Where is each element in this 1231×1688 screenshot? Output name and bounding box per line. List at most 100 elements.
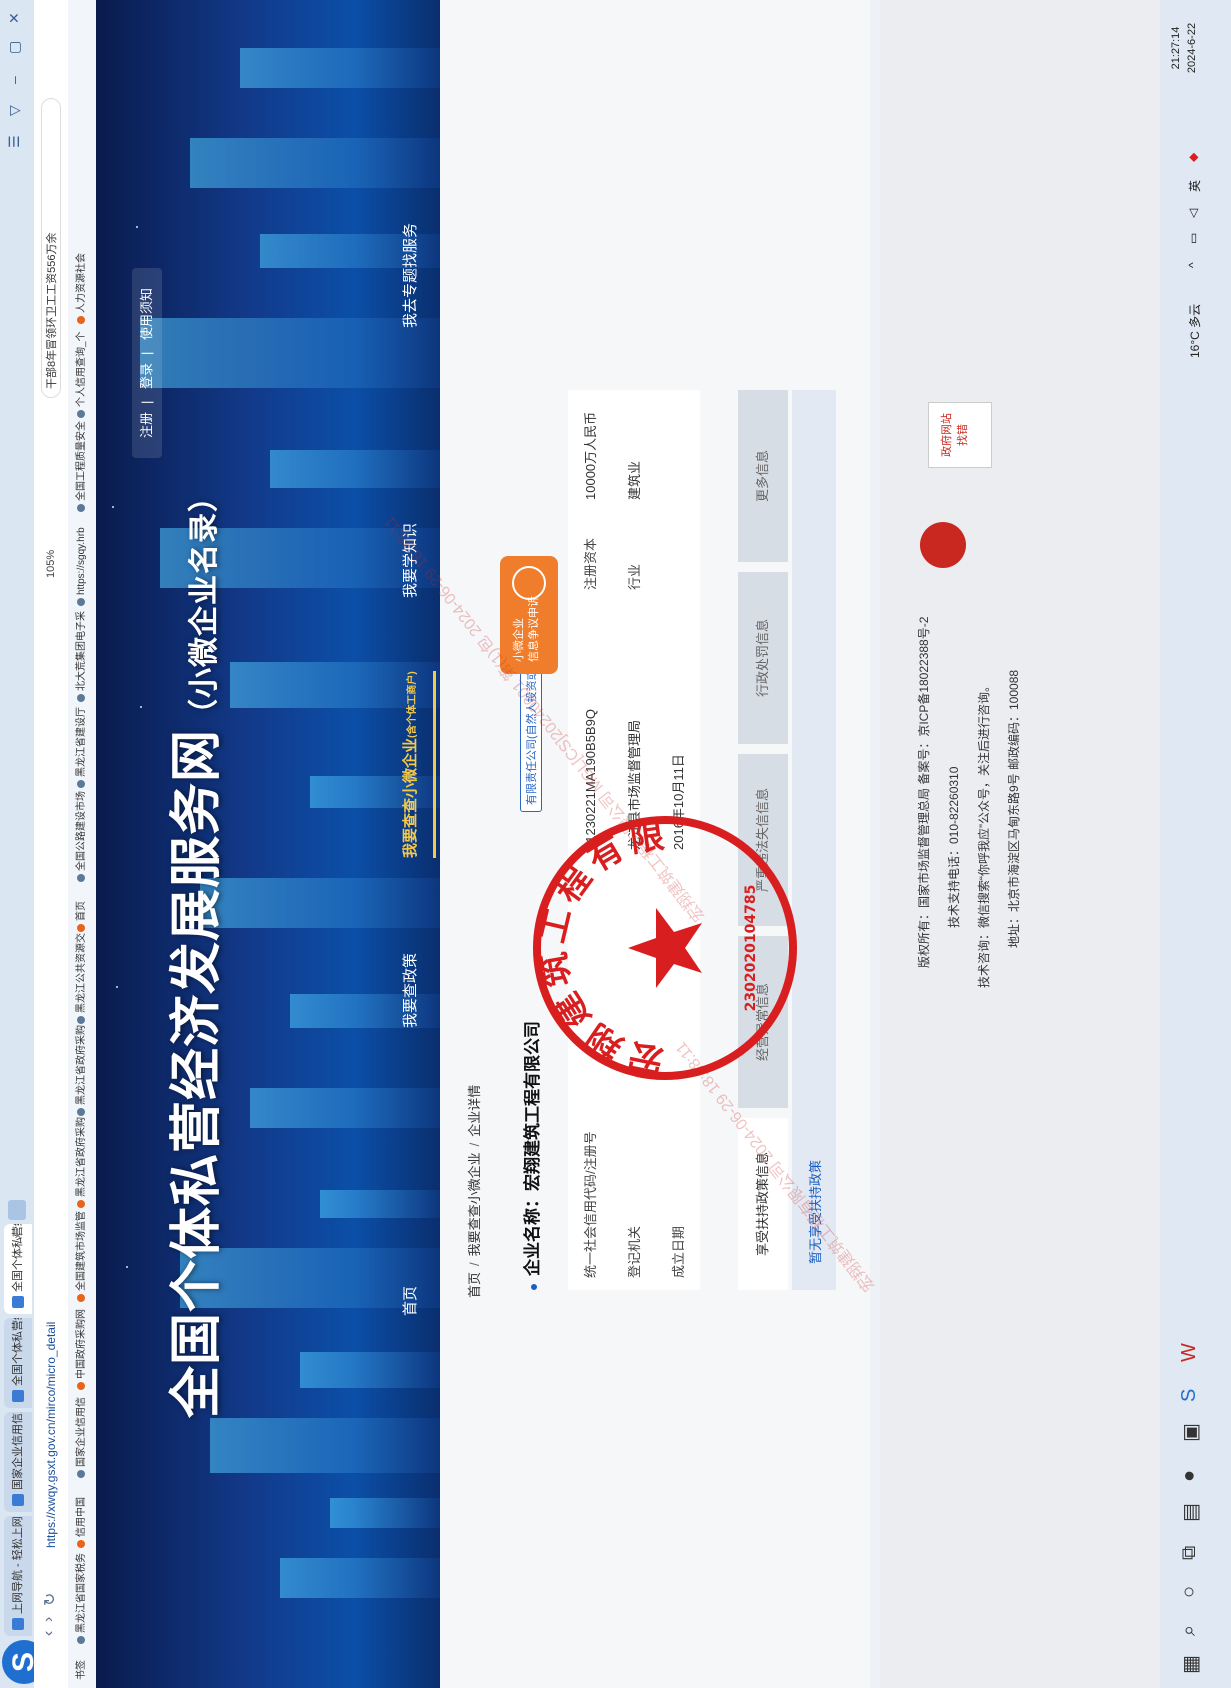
file-explorer-icon[interactable]: ▣ <box>1178 1423 1203 1442</box>
usage-notice-link[interactable]: 使用须知 <box>139 288 154 340</box>
auth-links: 注册| 登录| 使用须知 <box>132 267 162 458</box>
back-icon[interactable]: ‹ <box>40 1631 58 1636</box>
clock[interactable]: 21:27:14 2024-6-22 <box>1168 8 1200 88</box>
date: 2024-6-22 <box>1186 22 1198 74</box>
banner-star <box>126 1266 128 1268</box>
minimize-icon[interactable]: – <box>6 76 22 84</box>
site-subtitle: （小微企业名录） <box>188 480 221 729</box>
bookmark-item[interactable]: 中国政府采购网 <box>75 1309 89 1390</box>
nav-services[interactable]: 我去专题找服务 <box>386 223 436 328</box>
tab-favicon-icon <box>12 1494 24 1506</box>
bookmark-item[interactable]: 黑龙江省政府采购 <box>75 1025 89 1116</box>
bookmark-item[interactable]: 人力资源社会 <box>75 253 89 324</box>
browser-taskbar-icon[interactable]: S <box>1178 1389 1201 1402</box>
footer-copyright: 版权所有：国家市场监督管理总局 备案号：京ICP备18022388号-2 <box>917 616 931 968</box>
site-nav: 首页 我要查政策 我要查查小微企业(含个体工商户) 我要学知识 我去专题找服务 <box>386 0 436 1688</box>
refresh-icon[interactable]: ↻ <box>40 1593 60 1606</box>
bookmarks-bar: 书签 黑龙江省国家税务 信用中国 国家企业信用信 中国政府采购网 全国建筑市场监… <box>68 0 97 1688</box>
reg-authority-label: 登记机关 <box>627 1225 642 1278</box>
menu-icon[interactable]: ☰ <box>6 135 23 148</box>
site-banner: 全国个体私营经济发展服务网（小微企业名录） 注册| 登录| 使用须知 首页 我要… <box>96 0 440 1688</box>
founded-label: 成立日期 <box>671 1225 686 1278</box>
search-icon[interactable]: ⌕ <box>1178 1625 1201 1636</box>
input-method[interactable]: 英 <box>1186 180 1203 192</box>
weather-widget[interactable]: 16°C 多云 <box>1186 304 1203 358</box>
bullet-icon <box>530 1284 537 1290</box>
tab-more[interactable]: 更多信息 <box>738 390 788 562</box>
volume-icon[interactable]: ◁ <box>1186 209 1200 218</box>
site-title: 全国个体私营经济发展服务网（小微企业名录） <box>168 480 226 1418</box>
main-content: 首页/我要查查小微企业/企业详情 企业名称：宏翔建筑工程有限公司 有限责任公司(… <box>381 0 1160 1688</box>
bookmark-item[interactable]: 国家企业信用信 <box>75 1397 89 1478</box>
nav-micro-enterprise[interactable]: 我要查查小微企业(含个体工商户) <box>386 671 436 858</box>
complaint-face-icon <box>512 566 546 600</box>
app-icon[interactable]: ● <box>1178 1470 1201 1482</box>
tab-serious-violation[interactable]: 严重违法失信信息 <box>738 754 788 926</box>
login-link[interactable]: 登录 <box>139 363 154 389</box>
cortana-icon[interactable]: ○ <box>1178 1586 1201 1598</box>
gov-website-logo[interactable]: 政府网站 找错 <box>928 402 992 468</box>
browser-tab[interactable]: 上网导航 - 轻松上网 从这里开始 <box>4 1516 32 1636</box>
address-bar: ‹ › ↻ https://xwqy.gsxt.gov.cn/mirco/mic… <box>34 0 68 1688</box>
windows-start-icon[interactable]: ▦ <box>1178 1655 1203 1674</box>
bookmark-item[interactable]: 北大荒集团电子采 <box>75 611 89 702</box>
new-tab-icon[interactable] <box>8 1200 26 1220</box>
tab-abnormal[interactable]: 经营异常信息 <box>738 936 788 1108</box>
nav-policy[interactable]: 我要查政策 <box>386 953 436 1028</box>
breadcrumb-current: 企业详情 <box>467 1084 482 1137</box>
search-input[interactable]: 干部8年冒领环卫工工资556万余 <box>41 98 61 398</box>
credit-code-label: 统一社会信用代码/注册号 <box>583 1131 598 1278</box>
network-icon[interactable]: ▭ <box>1186 233 1200 244</box>
url-field[interactable]: https://xwqy.gsxt.gov.cn/mirco/micro_det… <box>41 1028 61 1548</box>
close-window-icon[interactable]: ✕ <box>6 12 23 24</box>
wps-icon[interactable]: W <box>1178 1343 1201 1362</box>
bookmark-item[interactable]: https://sgqy.hrb <box>75 527 89 606</box>
company-name: 企业名称：宏翔建筑工程有限公司 <box>518 1021 543 1290</box>
calculator-icon[interactable]: ▤ <box>1178 1503 1203 1522</box>
breadcrumb-home[interactable]: 首页 <box>467 1272 482 1298</box>
skin-icon[interactable]: ▽ <box>6 105 23 116</box>
industry-value: 建筑业 <box>627 460 642 500</box>
tab-favicon-icon <box>12 1390 24 1402</box>
tray-expand-icon[interactable]: ^ <box>1186 262 1200 268</box>
bookmark-item[interactable]: 全国公路建设市场 <box>75 791 89 882</box>
browser-tab[interactable]: 国家企业信用信息公示系统 <box>4 1412 32 1512</box>
zoom-level[interactable]: 105% <box>41 550 61 578</box>
bookmark-item[interactable]: 黑龙江省建设厅 <box>75 707 89 788</box>
tab-close-icon[interactable]: × <box>4 1232 32 1239</box>
taskbar: ▦ ⌕ ○ ⧉ ▤ ● ▣ S W 16°C 多云 ^ ▭ ◁ 英 ◆ 21:2… <box>1160 0 1231 1688</box>
national-emblem-icon <box>920 522 966 568</box>
nav-home[interactable]: 首页 <box>386 1286 436 1316</box>
bookmark-item[interactable]: 黑龙江省政府采购 <box>75 1117 89 1208</box>
bookmark-item[interactable]: 黑龙江公共资源交 <box>75 933 89 1024</box>
register-link[interactable]: 注册 <box>139 412 154 438</box>
footer-phone: 技术支持电话：010-82260310 <box>947 766 961 928</box>
breadcrumb-search[interactable]: 我要查查小微企业 <box>467 1152 482 1256</box>
antivirus-icon[interactable]: ◆ <box>1186 153 1200 162</box>
bookmark-item[interactable]: 黑龙江省国家税务 <box>75 1553 89 1644</box>
browser-tab-active[interactable]: 全国个体私营经济发展服务网 × <box>4 1224 32 1314</box>
tab-penalty[interactable]: 行政处罚信息 <box>738 572 788 744</box>
policy-panel: 暂无享受扶持政策 <box>792 390 836 1290</box>
bookmark-item[interactable]: 信用中国 <box>75 1497 89 1548</box>
bookmark-item[interactable]: 首页 <box>75 901 89 932</box>
browser-tab-bar: S 上网导航 - 轻松上网 从这里开始 国家企业信用信息公示系统 全国个体私营经… <box>0 0 46 1688</box>
reg-capital-value: 10000万人民币 <box>583 411 598 500</box>
tab-label: 上网导航 - 轻松上网 从这里开始 <box>12 1516 24 1614</box>
bookmark-item[interactable]: 个人信用查询_个 <box>75 331 89 418</box>
bookmark-item[interactable]: 全国建筑市场监管 <box>75 1211 89 1302</box>
industry-label: 行业 <box>627 563 642 590</box>
tab-label: 全国个体私营经济发展服务网 <box>12 1318 24 1386</box>
task-view-icon[interactable]: ⧉ <box>1178 1546 1201 1560</box>
forward-icon[interactable]: › <box>40 1617 58 1622</box>
rotated-screen: S 上网导航 - 轻松上网 从这里开始 国家企业信用信息公示系统 全国个体私营经… <box>0 0 1231 1688</box>
maximize-icon[interactable]: ▢ <box>6 41 23 54</box>
tab-favicon-icon <box>12 1296 24 1308</box>
bookmark-item[interactable]: 书签 <box>75 1660 89 1680</box>
footer-consult: 技术咨询：微信搜索“你呼我应”公众号，关注后进行咨询。 <box>977 680 991 988</box>
banner-star <box>112 506 114 508</box>
browser-tab[interactable]: 全国个体私营经济发展服务网 <box>4 1318 32 1408</box>
founded-value: 2016年10月11日 <box>671 754 686 850</box>
bookmark-item[interactable]: 全国工程质量安全 <box>75 421 89 512</box>
banner-star <box>116 986 118 988</box>
